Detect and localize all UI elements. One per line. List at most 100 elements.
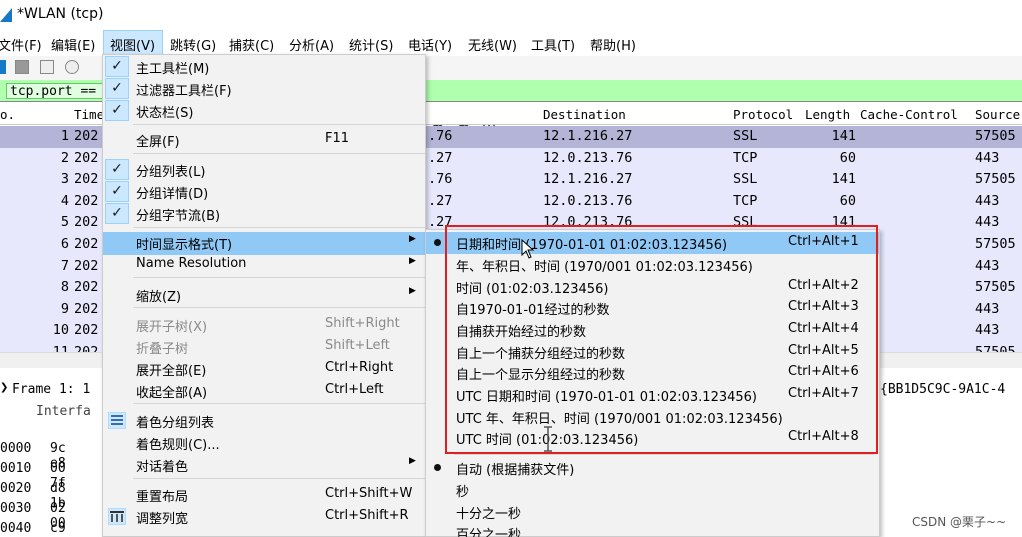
view-item-colorize-conversation[interactable]: 对话着色 ▶ <box>103 454 425 475</box>
view-item-filter-toolbar[interactable]: ✓ 过滤器工具栏(F) <box>103 78 425 99</box>
hex-offset: 0030 <box>0 501 32 516</box>
menu-separator <box>133 403 425 404</box>
menu-file[interactable]: 文件(F) <box>0 35 42 54</box>
view-item-collapse-all[interactable]: 收起全部(A) Ctrl+Left <box>103 380 425 401</box>
display-filter-input[interactable]: tcp.port == 8 <box>6 83 116 99</box>
view-item-expand-all[interactable]: 展开全部(E) Ctrl+Right <box>103 358 425 379</box>
packet-protocol: SSL <box>733 128 758 144</box>
detail-guid: {BB1D5C9C-9A1C-4 <box>880 382 1006 397</box>
view-item-time-format[interactable]: 时间显示格式(T) ▶ <box>103 232 425 255</box>
stop-capture-icon[interactable] <box>15 60 29 74</box>
col-time[interactable]: Time <box>74 107 104 122</box>
precision-deciseconds[interactable]: 十分之一秒 <box>426 501 879 523</box>
packet-source-port: 57505 <box>975 236 1016 252</box>
menu-capture[interactable]: 捕获(C) <box>229 35 274 54</box>
precision-auto[interactable]: 自动 (根据捕获文件) <box>426 457 879 479</box>
title-bar: *WLAN (tcp) <box>0 0 1022 30</box>
view-item-packet-list[interactable]: ✓ 分组列表(L) <box>103 159 425 180</box>
packet-source-addr: .76 <box>428 171 453 188</box>
view-item-collapse-subtrees[interactable]: 折叠子树 Shift+Left <box>103 336 425 357</box>
col-protocol[interactable]: Protocol <box>733 107 793 122</box>
capture-options-icon[interactable] <box>65 60 79 74</box>
packet-source-port: 443 <box>975 257 1000 274</box>
packet-time: 202 <box>74 300 99 317</box>
hex-offset: 0010 <box>0 461 32 476</box>
view-item-zoom[interactable]: 缩放(Z) ▶ <box>103 284 425 305</box>
menu-go[interactable]: 跳转(G) <box>170 35 216 54</box>
menu-separator <box>133 153 425 154</box>
mouse-pointer-icon <box>521 239 535 259</box>
packet-destination: 12.0.213.76 <box>543 149 633 166</box>
menu-analyze[interactable]: 分析(A) <box>289 35 334 54</box>
col-destination[interactable]: Destination <box>543 107 626 122</box>
precision-seconds[interactable]: 秒 <box>426 479 879 501</box>
packet-source-port: 443 <box>975 192 1000 209</box>
packet-source-addr: .27 <box>428 192 453 209</box>
submenu-arrow-icon: ▶ <box>409 256 416 266</box>
view-item-fullscreen[interactable]: 全屏(F) F11 <box>103 129 425 150</box>
detail-frame-line[interactable]: Frame 1: 1 <box>12 382 90 397</box>
packet-time: 202 <box>74 171 99 188</box>
view-item-statusbar[interactable]: ✓ 状态栏(S) <box>103 100 425 121</box>
view-item-main-toolbar[interactable]: ✓ 主工具栏(M) <box>103 56 425 77</box>
menu-view[interactable]: 视图(V) <box>110 35 155 54</box>
packet-protocol: SSL <box>733 171 758 188</box>
annotation-highlight-box <box>445 225 878 454</box>
detail-interface-line[interactable]: Interfa <box>36 404 91 419</box>
packet-no: 7 <box>60 257 69 274</box>
packet-time: 202 <box>74 236 99 252</box>
expand-arrow-icon[interactable]: ❯ <box>0 382 8 393</box>
menu-edit[interactable]: 编辑(E) <box>51 35 95 54</box>
hex-offset: 0000 <box>0 441 32 456</box>
view-item-packet-bytes[interactable]: ✓ 分组字节流(B) <box>103 203 425 224</box>
col-no[interactable]: o. <box>0 107 15 122</box>
packet-no: 8 <box>60 279 69 296</box>
hex-offset: 0040 <box>0 521 32 536</box>
view-item-name-resolution[interactable]: Name Resolution ▶ <box>103 254 425 275</box>
packet-time: 202 <box>74 149 99 166</box>
view-item-colorize-list[interactable]: 着色分组列表 <box>103 410 425 431</box>
view-item-resize-columns[interactable]: 调整列宽 Ctrl+Shift+R <box>103 506 425 527</box>
packet-destination: 12.0.213.76 <box>543 192 633 209</box>
view-item-coloring-rules[interactable]: 着色规则(C)... <box>103 432 425 453</box>
resize-columns-icon <box>108 508 126 525</box>
col-source[interactable]: Source <box>975 107 1020 122</box>
view-item-expand-subtrees[interactable]: 展开子树(X) Shift+Right <box>103 314 425 335</box>
col-length[interactable]: Length <box>805 107 850 122</box>
packet-protocol: TCP <box>733 192 758 209</box>
window-title: *WLAN (tcp) <box>17 6 104 22</box>
view-item-reset-layout[interactable]: 重置布局 Ctrl+Shift+W <box>103 484 425 505</box>
view-menu-dropdown: ✓ 主工具栏(M) ✓ 过滤器工具栏(F) ✓ 状态栏(S) 全屏(F) F11 ✓ 分组… <box>102 54 426 537</box>
packet-length: 141 <box>831 171 856 188</box>
checkmark-icon: ✓ <box>105 203 129 224</box>
menu-telephony[interactable]: 电话(Y) <box>408 35 452 54</box>
packet-no: 4 <box>60 192 69 209</box>
packet-source-port: 57505 <box>975 128 1016 144</box>
packet-time: 202 <box>74 214 99 231</box>
menu-separator <box>133 277 425 278</box>
restart-capture-icon[interactable] <box>40 60 54 74</box>
menu-separator <box>133 478 425 479</box>
menu-statistics[interactable]: 统计(S) <box>349 35 393 54</box>
packet-source-port: 443 <box>975 149 1000 166</box>
wireshark-fin-icon <box>0 8 12 22</box>
precision-centiseconds[interactable]: 百分之一秒 <box>426 522 879 537</box>
menu-separator <box>133 124 425 125</box>
packet-time: 202 <box>74 279 99 296</box>
col-cache-control[interactable]: Cache-Control <box>860 107 958 122</box>
hex-bytes[interactable]: c9 72 <box>50 521 66 537</box>
packet-source-port: 57505 <box>975 171 1016 188</box>
packet-time: 202 <box>74 128 99 144</box>
menu-help[interactable]: 帮助(H) <box>590 35 636 54</box>
view-item-packet-details[interactable]: ✓ 分组详情(D) <box>103 181 425 202</box>
menu-tools[interactable]: 工具(T) <box>531 35 575 54</box>
menu-wireless[interactable]: 无线(W) <box>468 35 517 54</box>
packet-no: 1 <box>60 128 69 144</box>
start-capture-icon[interactable] <box>0 60 6 74</box>
packet-source-addr: .76 <box>428 128 453 144</box>
packet-protocol: TCP <box>733 149 758 166</box>
packet-time: 202 <box>74 322 99 339</box>
packet-no: 9 <box>60 300 69 317</box>
checkmark-icon: ✓ <box>105 100 129 121</box>
packet-source-port: 443 <box>975 300 1000 317</box>
